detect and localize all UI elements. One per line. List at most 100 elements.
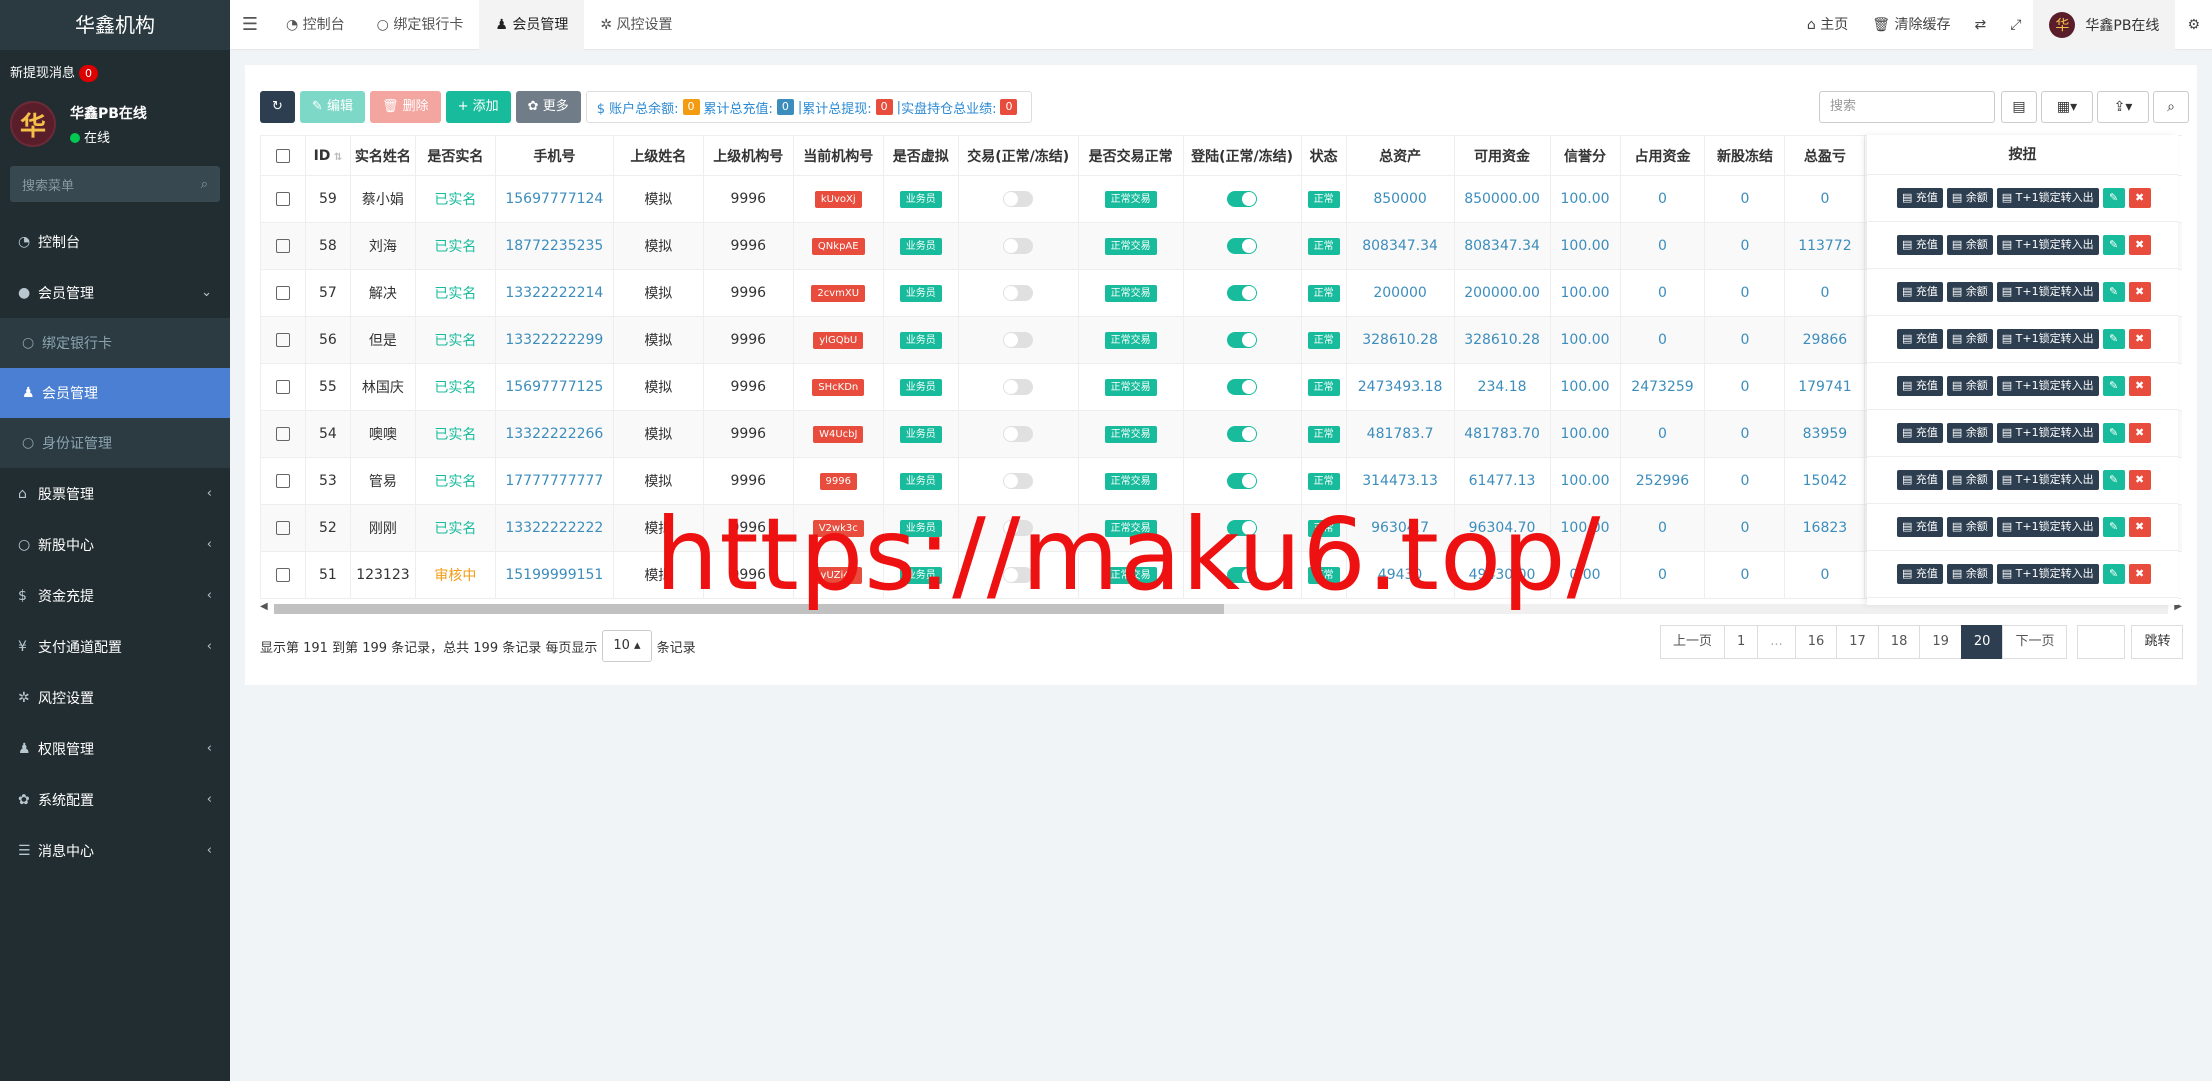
tab-dashboard[interactable]: ◔ 控制台 — [270, 0, 361, 50]
jump-page-input[interactable] — [2077, 625, 2126, 659]
sort-icon[interactable]: ⇅ — [330, 152, 342, 163]
balance-button[interactable]: ▤ 余额 — [1946, 470, 1993, 490]
cell-phone[interactable]: 15697777125 — [494, 363, 614, 411]
tab-member-mgmt[interactable]: ♟ 会员管理 — [479, 0, 585, 50]
row-checkbox[interactable] — [275, 286, 290, 300]
edit-row-button[interactable]: ✎ — [2102, 517, 2125, 537]
recharge-button[interactable]: ▤ 充值 — [1897, 282, 1943, 302]
row-checkbox[interactable] — [275, 192, 290, 206]
col-header[interactable]: ID ⇅ — [304, 135, 351, 176]
trade-toggle[interactable] — [1003, 191, 1034, 207]
menu-item-system[interactable]: ✿ 系统配置 ‹ — [0, 774, 230, 825]
settings-gear-icon[interactable]: ⚙ — [2175, 0, 2212, 50]
row-checkbox-cell[interactable] — [260, 551, 306, 599]
edit-row-button[interactable]: ✎ — [2102, 282, 2125, 302]
trade-toggle[interactable] — [1003, 238, 1034, 254]
page-button[interactable]: 16 — [1794, 625, 1838, 659]
home-link[interactable]: ⌂ 主页 — [1795, 0, 1860, 50]
recharge-button[interactable]: ▤ 充值 — [1897, 235, 1943, 255]
edit-row-button[interactable]: ✎ — [2102, 188, 2125, 208]
recharge-button[interactable]: ▤ 充值 — [1897, 376, 1943, 396]
t1-lock-button[interactable]: ▤ T+1锁定转入出 — [1996, 329, 2099, 349]
user-menu[interactable]: 华 华鑫PB在线 — [2033, 0, 2176, 50]
row-checkbox-cell[interactable] — [260, 504, 306, 552]
balance-button[interactable]: ▤ 余额 — [1946, 517, 1993, 537]
page-button-active[interactable]: 20 — [1960, 625, 2004, 659]
recharge-button[interactable]: ▤ 充值 — [1897, 188, 1943, 208]
row-checkbox[interactable] — [275, 239, 290, 253]
edit-button[interactable]: ✎ 编辑 — [299, 91, 365, 123]
recharge-button[interactable]: ▤ 充值 — [1897, 564, 1943, 584]
recharge-button[interactable]: ▤ 充值 — [1897, 517, 1943, 537]
menu-item-member-mgmt[interactable]: ● 会员管理 ⌄ — [0, 267, 230, 318]
row-checkbox[interactable] — [275, 568, 290, 582]
login-toggle[interactable] — [1227, 473, 1258, 489]
cell-phone[interactable]: 13322222222 — [494, 504, 614, 552]
menu-item-payment[interactable]: ¥ 支付通道配置 ‹ — [0, 621, 230, 672]
login-toggle[interactable] — [1227, 332, 1258, 348]
columns-button[interactable]: ▦▾ — [2041, 91, 2093, 123]
delete-row-button[interactable]: ✖ — [2128, 470, 2151, 490]
export-button[interactable]: ⇪▾ — [2097, 91, 2149, 123]
row-checkbox[interactable] — [275, 427, 290, 441]
add-button[interactable]: + 添加 — [445, 91, 511, 123]
edit-row-button[interactable]: ✎ — [2102, 423, 2125, 443]
t1-lock-button[interactable]: ▤ T+1锁定转入出 — [1996, 564, 2099, 584]
t1-lock-button[interactable]: ▤ T+1锁定转入出 — [1996, 282, 2099, 302]
menu-item-dashboard[interactable]: ◔ 控制台 — [0, 216, 230, 267]
delete-button[interactable]: 🗑 删除 — [369, 91, 441, 123]
translate-icon[interactable]: ⇄ — [1962, 0, 1998, 50]
submenu-item-bind-card[interactable]: ○ 绑定银行卡 — [0, 318, 230, 368]
row-checkbox-cell[interactable] — [260, 316, 306, 364]
delete-row-button[interactable]: ✖ — [2128, 282, 2151, 302]
cell-phone[interactable]: 13322222214 — [494, 269, 614, 317]
balance-button[interactable]: ▤ 余额 — [1946, 564, 1993, 584]
next-page-button[interactable]: 下一页 — [2002, 625, 2068, 659]
fullscreen-icon[interactable]: ⤢ — [1998, 0, 2033, 50]
delete-row-button[interactable]: ✖ — [2128, 188, 2151, 208]
login-toggle[interactable] — [1227, 426, 1258, 442]
trade-toggle[interactable] — [1003, 473, 1034, 489]
menu-item-stock-mgmt[interactable]: ⌂ 股票管理 ‹ — [0, 468, 230, 519]
table-search-input[interactable]: 搜索 — [1819, 91, 1995, 123]
cell-phone[interactable]: 13322222266 — [494, 410, 614, 458]
withdraw-notice[interactable]: 新提现消息 0 — [0, 50, 230, 92]
login-toggle[interactable] — [1227, 191, 1258, 207]
trade-toggle[interactable] — [1003, 285, 1034, 301]
delete-row-button[interactable]: ✖ — [2128, 564, 2151, 584]
row-checkbox-cell[interactable] — [260, 222, 306, 270]
submenu-item-id-mgmt[interactable]: ○ 身份证管理 — [0, 418, 230, 468]
delete-row-button[interactable]: ✖ — [2128, 517, 2151, 537]
delete-row-button[interactable]: ✖ — [2128, 235, 2151, 255]
balance-button[interactable]: ▤ 余额 — [1946, 376, 1993, 396]
page-button[interactable]: 17 — [1836, 625, 1879, 659]
edit-row-button[interactable]: ✎ — [2102, 470, 2125, 490]
delete-row-button[interactable]: ✖ — [2128, 376, 2151, 396]
cell-phone[interactable]: 17777777777 — [494, 457, 614, 505]
delete-row-button[interactable]: ✖ — [2128, 329, 2151, 349]
select-all-checkbox[interactable] — [260, 135, 306, 176]
page-button[interactable]: 1 — [1724, 625, 1759, 659]
balance-button[interactable]: ▤ 余额 — [1946, 188, 1993, 208]
row-checkbox-cell[interactable] — [260, 363, 306, 411]
recharge-button[interactable]: ▤ 充值 — [1897, 329, 1943, 349]
toggle-view-button[interactable]: ▤ — [2001, 91, 2037, 123]
trade-toggle[interactable] — [1003, 379, 1034, 395]
balance-button[interactable]: ▤ 余额 — [1946, 423, 1993, 443]
menu-item-perm[interactable]: ♟ 权限管理 ‹ — [0, 723, 230, 774]
edit-row-button[interactable]: ✎ — [2102, 376, 2125, 396]
tab-bind-card[interactable]: ○ 绑定银行卡 — [361, 0, 480, 50]
page-size-select[interactable]: 10 ▴ — [602, 630, 652, 662]
balance-button[interactable]: ▤ 余额 — [1946, 282, 1993, 302]
clear-cache-button[interactable]: 🗑 清除缓存 — [1860, 0, 1962, 50]
more-button[interactable]: ✿ 更多 — [515, 91, 581, 123]
menu-search-input[interactable]: 搜索菜单 ⌕ — [10, 166, 220, 202]
jump-button[interactable]: 跳转 — [2131, 625, 2184, 659]
row-checkbox-cell[interactable] — [260, 457, 306, 505]
row-checkbox[interactable] — [275, 380, 290, 394]
delete-row-button[interactable]: ✖ — [2128, 423, 2151, 443]
search-button[interactable]: ⌕ — [2153, 91, 2189, 123]
edit-row-button[interactable]: ✎ — [2102, 564, 2125, 584]
cell-phone[interactable]: 18772235235 — [494, 222, 614, 270]
t1-lock-button[interactable]: ▤ T+1锁定转入出 — [1996, 235, 2099, 255]
